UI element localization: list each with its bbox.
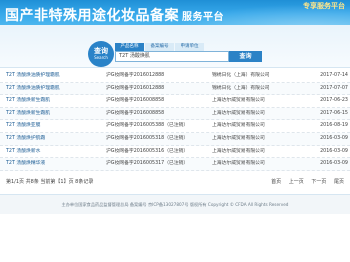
company-name: 上海达尔威贸易有限公司 (212, 123, 265, 129)
table-row: T2T 汤酸焕护肌霜 沪G妆网备字2016005318（已注销） 上海达尔威贸易有限… (0, 132, 350, 146)
search-logo: 查询 Search (88, 41, 114, 67)
company-name: 上海达尔威贸易有限公司 (212, 161, 265, 167)
table-row: T2T 汤酸焕新水 沪G妆网备字2016005316（已注销） 上海达尔威贸易有限公… (0, 146, 350, 159)
search-logo-en: Search (94, 55, 108, 60)
product-name-link[interactable]: T2T 汤酸焕油质护理霜肌 (6, 70, 106, 82)
record-number: 沪G妆网备字2016012888 (106, 73, 165, 78)
site-header: 国产非特殊用途化妆品备案 服务平台 专享服务平台 (0, 0, 350, 25)
record-date: 2017-06-15 (320, 110, 348, 116)
table-row: T2T 汤酸焕新生霜肌 沪G妆网备字2016008858 上海达尔威贸易有限公司 20… (0, 107, 350, 121)
tab-applicant[interactable]: 申请单位 (175, 43, 204, 51)
record-date: 2017-06-23 (320, 98, 348, 104)
company-name: 上海达尔威贸易有限公司 (212, 135, 265, 141)
record-number: 沪G妆网备字2016008858 (106, 98, 165, 104)
record-date: 2017-07-07 (320, 85, 348, 91)
company-name: 锦绣日化（上海）有限公司 (212, 85, 270, 91)
record-number: 沪G妆网备字2016005317（已注销） (106, 161, 189, 167)
company-name: 上海达尔威贸易有限公司 (212, 148, 265, 154)
search-button[interactable]: 查询 (229, 51, 262, 62)
first-page-link[interactable]: 首页 (271, 179, 281, 185)
site-subtitle: 服务平台 (182, 12, 224, 23)
product-name-link[interactable]: T2T 汤酸焕亚膜 (6, 120, 106, 132)
product-name-link[interactable]: T2T 汤酸焕油质护理霜肌 (6, 83, 106, 95)
company-name: 上海达尔威贸易有限公司 (212, 110, 265, 116)
site-title-text: 国产非特殊用途化妆品备案 (5, 8, 179, 24)
table-row: T2T 汤酸焕亚膜 沪G妆网备字2016005388（已注销） 上海达尔威贸易有限公… (0, 120, 350, 133)
pagination-info: 第1/1页 共8条 当前第【1】页 8条记录 (6, 179, 94, 185)
site-footer: 主办单位国家食品药品监督管理总局 备案编号 京ICP备13027807号 版权所… (0, 194, 350, 214)
product-name-link[interactable]: T2T 汤酸焕护肌霜 (6, 133, 106, 145)
product-name-link[interactable]: T2T 汤酸焕新生霜肌 (6, 108, 106, 120)
company-name: 锦绣日化（上海）有限公司 (212, 73, 270, 78)
table-row: T2T 汤酸焕精华液 沪G妆网备字2016005317（已注销） 上海达尔威贸易有限… (0, 158, 350, 171)
product-name-link[interactable]: T2T 汤酸焕精华液 (6, 158, 106, 170)
table-row: T2T 汤酸焕新生霜肌 沪G妆网备字2016008858 上海达尔威贸易有限公司 20… (0, 95, 350, 108)
record-date: 2016-03-09 (320, 135, 348, 141)
record-number: 沪G妆网备字2016005388（已注销） (106, 123, 189, 129)
record-number: 沪G妆网备字2016012888 (106, 85, 165, 91)
results-list: T2T 汤酸焕油质护理霜肌 沪G妆网备字2016012888 锦绣日化（上海）有限公… (0, 70, 350, 171)
table-row: T2T 汤酸焕油质护理霜肌 沪G妆网备字2016012888 锦绣日化（上海）有限公… (0, 70, 350, 83)
prev-page-link[interactable]: 上一页 (289, 179, 304, 185)
company-name: 上海达尔威贸易有限公司 (212, 98, 265, 104)
product-name-link[interactable]: T2T 汤酸焕新水 (6, 146, 106, 158)
record-date: 2016-03-09 (320, 148, 348, 154)
pagination: 第1/1页 共8条 当前第【1】页 8条记录 首页 上一页 下一页 尾页 (0, 176, 350, 188)
tab-product-name[interactable]: 产品名称 (115, 43, 144, 51)
pagination-links: 首页 上一页 下一页 尾页 (265, 176, 344, 188)
record-date: 2016-08-19 (320, 123, 348, 129)
site-title: 国产非特殊用途化妆品备案 服务平台 (5, 5, 224, 25)
search-tabs: 产品名称 备案编号 申请单位 (115, 43, 205, 51)
record-date: 2017-07-14 (320, 73, 348, 78)
table-row: T2T 汤酸焕油质护理霜肌 沪G妆网备字2016012888 锦绣日化（上海）有限公… (0, 82, 350, 96)
record-date: 2016-03-09 (320, 161, 348, 167)
tab-record-number[interactable]: 备案编号 (145, 43, 174, 51)
search-input[interactable]: T2T 汤酸焕肌 (115, 51, 229, 62)
record-number: 沪G妆网备字2016005318（已注销） (106, 135, 189, 141)
next-page-link[interactable]: 下一页 (311, 179, 326, 185)
product-name-link[interactable]: T2T 汤酸焕新生霜肌 (6, 95, 106, 107)
record-number: 沪G妆网备字2016005316（已注销） (106, 148, 189, 154)
record-number: 沪G妆网备字2016008858 (106, 110, 165, 116)
last-page-link[interactable]: 尾页 (334, 179, 344, 185)
top-service-link[interactable]: 专享服务平台 (303, 1, 345, 11)
search-logo-cn: 查询 (94, 47, 108, 55)
